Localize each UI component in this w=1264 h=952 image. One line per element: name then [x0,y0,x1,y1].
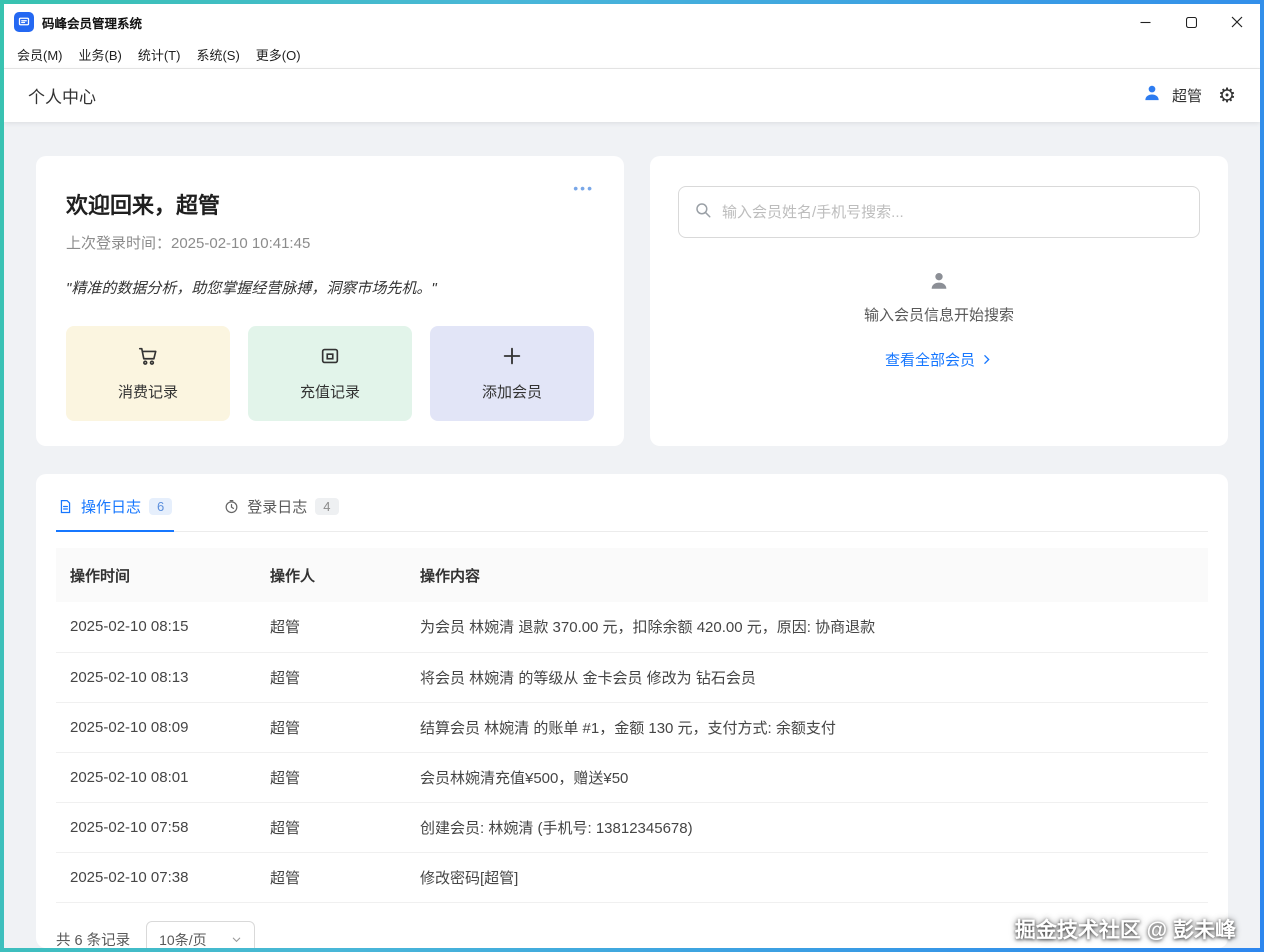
settings-gear-icon[interactable]: ⚙ [1218,86,1236,106]
user-icon [1142,83,1162,108]
last-login-time: 上次登录时间：2025-02-10 10:41:45 [66,235,311,252]
total-records-text: 共 6 条记录 [56,933,131,948]
app-logo-icon [14,12,34,32]
column-header-content: 操作内容 [420,567,481,585]
log-operator-cell: 超管 [270,869,301,887]
log-time-cell: 2025-02-10 08:01 [70,768,189,786]
page-size-value: 10条/页 [159,931,207,948]
log-table-body: 2025-02-10 08:15 超管 为会员 林婉清 退款 370.00 元，扣除… [56,602,1208,902]
view-all-members-label: 查看全部会员 [884,352,975,369]
main-content: 欢迎回来，超管 上次登录时间：2025-02-10 10:41:45 ••• "… [4,122,1260,948]
chevron-right-icon [984,355,990,364]
menu-business[interactable]: 业务(B) [71,42,130,67]
titlebar: 码峰会员管理系统 [4,4,1260,40]
log-content-cell: 结算会员 林婉清 的账单 #1，金额 130 元，支付方式: 余额支付 [420,719,836,737]
log-content-cell: 为会员 林婉清 退款 370.00 元，扣除余额 420.00 元，原因: 协商… [420,619,876,637]
log-row: 2025-02-10 08:15 超管 为会员 林婉清 退款 370.00 元，扣除… [56,602,1208,652]
menu-statistics[interactable]: 统计(T) [130,42,189,67]
chevron-down-icon [232,937,240,943]
log-row: 2025-02-10 07:38 超管 修改密码[超管] [56,852,1208,902]
log-card: 操作日志 6 登录日志 4 操作时间 操作人 操作内容 2025-02-10 0… [36,474,1228,948]
page-size-select[interactable]: 10条/页 [146,920,255,948]
log-operator-cell: 超管 [270,769,301,787]
tab-operation-log-label: 操作日志 [81,499,142,516]
table-footer: 共 6 条记录 10条/页 [56,903,1208,948]
menubar: 会员(M) 业务(B) 统计(T) 系统(S) 更多(O) [4,40,1260,69]
column-header-operator: 操作人 [270,567,316,585]
welcome-card: 欢迎回来，超管 上次登录时间：2025-02-10 10:41:45 ••• "… [36,156,624,446]
recharge-records-button[interactable]: 充值记录 [248,326,412,421]
consume-records-label: 消费记录 [117,384,178,401]
log-table: 操作时间 操作人 操作内容 2025-02-10 08:15 超管 为会员 林婉清 … [56,548,1208,903]
window-title: 码峰会员管理系统 [42,16,143,31]
log-row: 2025-02-10 07:58 超管 创建会员: 林婉清 (手机号: 138123… [56,802,1208,852]
log-row: 2025-02-10 08:09 超管 结算会员 林婉清 的账单 #1，金额 130… [56,702,1208,752]
login-log-count: 4 [315,498,339,515]
log-operator-cell: 超管 [270,669,301,687]
log-operator-cell: 超管 [270,819,301,837]
window-controls [1122,4,1260,40]
log-content-cell: 修改密码[超管] [420,869,519,887]
log-content-cell: 会员林婉清充值¥500，赠送¥50 [420,769,629,787]
tab-operation-log[interactable]: 操作日志 6 [56,490,175,532]
search-empty-text: 输入会员信息开始搜索 [863,307,1014,324]
top-row: 欢迎回来，超管 上次登录时间：2025-02-10 10:41:45 ••• "… [36,156,1228,446]
app-window: 码峰会员管理系统 会员(M) 业务(B) 统计(T) 系统(S) 更多(O) 个… [4,4,1260,948]
document-icon [60,499,71,514]
menu-more[interactable]: 更多(O) [248,42,309,67]
window-frame: 码峰会员管理系统 会员(M) 业务(B) 统计(T) 系统(S) 更多(O) 个… [0,0,1264,952]
person-icon [928,270,950,297]
more-options-icon[interactable]: ••• [573,180,594,196]
operation-log-count: 6 [149,498,173,515]
log-row: 2025-02-10 08:01 超管 会员林婉清充值¥500，赠送¥50 [56,752,1208,802]
consume-records-button[interactable]: 消费记录 [66,326,230,421]
log-time-cell: 2025-02-10 08:09 [70,718,189,736]
add-member-button[interactable]: 添加会员 [430,326,594,421]
tab-login-log[interactable]: 登录日志 4 [222,490,340,532]
view-all-members-link[interactable]: 查看全部会员 [885,349,993,370]
minimize-icon [1140,21,1150,23]
header-user-area[interactable]: 超管 [1142,83,1202,108]
member-search-input[interactable] [722,203,1184,221]
current-username: 超管 [1172,88,1203,105]
maximize-icon [1185,16,1197,28]
log-content-cell: 创建会员: 林婉清 (手机号: 13812345678) [420,819,693,837]
plus-icon [501,345,523,371]
search-icon [694,201,712,224]
page-header: 个人中心 超管 ⚙ [4,69,1260,122]
quick-actions: 消费记录 充值记录 添加会员 [66,326,594,421]
tab-login-log-label: 登录日志 [247,499,308,516]
log-time-cell: 2025-02-10 07:58 [70,818,189,836]
recharge-records-label: 充值记录 [299,384,360,401]
log-table-header-row: 操作时间 操作人 操作内容 [56,548,1208,602]
minimize-button[interactable] [1122,4,1168,40]
column-header-time: 操作时间 [70,567,131,585]
log-time-cell: 2025-02-10 07:38 [70,868,189,886]
log-time-cell: 2025-02-10 08:15 [70,618,189,636]
member-search-card: 输入会员信息开始搜索 查看全部会员 [650,156,1228,446]
maximize-button[interactable] [1168,4,1214,40]
add-member-label: 添加会员 [481,384,542,401]
menu-system[interactable]: 系统(S) [188,42,247,67]
clock-icon [225,499,238,514]
card-icon [319,345,341,371]
search-empty-state: 输入会员信息开始搜索 查看全部会员 [864,270,1014,370]
close-icon [1231,16,1243,28]
close-button[interactable] [1214,4,1260,40]
page-title: 个人中心 [28,88,96,107]
log-row: 2025-02-10 08:13 超管 将会员 林婉清 的等级从 金卡会员 修改为 … [56,652,1208,702]
log-content-cell: 将会员 林婉清 的等级从 金卡会员 修改为 钻石会员 [420,669,756,687]
log-operator-cell: 超管 [270,619,301,637]
cart-icon [137,345,159,371]
log-operator-cell: 超管 [270,719,301,737]
log-tabs: 操作日志 6 登录日志 4 [56,490,1208,532]
menu-member[interactable]: 会员(M) [9,42,71,67]
welcome-quote: "精准的数据分析，助您掌握经营脉搏，洞察市场先机。" [66,280,437,297]
search-box [678,186,1200,238]
welcome-greeting: 欢迎回来，超管 [66,193,221,218]
log-time-cell: 2025-02-10 08:13 [70,668,189,686]
